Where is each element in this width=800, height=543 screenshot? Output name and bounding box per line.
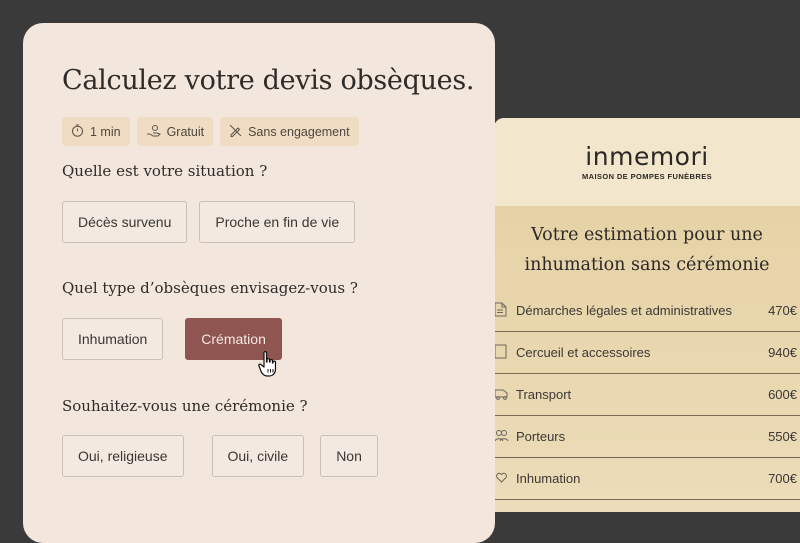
estimate-line: Inhumation 700€ (494, 458, 800, 500)
badges: 1 min Gratuit Sans engagement (62, 117, 359, 146)
options-funeral-type: Inhumation Crémation (62, 318, 282, 360)
brand-logo: inmemori (585, 142, 709, 171)
estimate-body: Votre estimation pour une inhumation san… (494, 206, 800, 512)
badge-label: 1 min (90, 124, 121, 139)
question-funeral-type: Quel type d’obsèques envisagez-vous ? (62, 279, 358, 297)
estimate-line-amount: 470€ (768, 303, 797, 318)
option-proche-fin-de-vie[interactable]: Proche en fin de vie (199, 201, 356, 243)
option-non[interactable]: Non (320, 435, 378, 477)
estimate-line-label: Cercueil et accessoires (516, 345, 651, 360)
estimate-line-amount: 700€ (768, 471, 797, 486)
form-title: Calculez votre devis obsèques. (62, 65, 475, 96)
badge-label: Sans engagement (248, 124, 350, 139)
people-icon (494, 429, 515, 445)
option-oui-religieuse[interactable]: Oui, religieuse (62, 435, 184, 477)
option-inhumation[interactable]: Inhumation (62, 318, 164, 360)
hand-pointer-cursor-icon (258, 351, 277, 377)
option-deces-survenu[interactable]: Décès survenu (62, 201, 188, 243)
question-situation: Quelle est votre situation ? (62, 162, 268, 180)
brand-tagline: MAISON DE POMPES FUNÈBRES (581, 172, 712, 181)
estimate-panel: inmemori MAISON DE POMPES FUNÈBRES Votre… (494, 118, 800, 512)
quote-form-card: Calculez votre devis obsèques. 1 min Gra… (23, 23, 495, 543)
estimate-title: Votre estimation pour une inhumation san… (524, 225, 770, 275)
document-icon (494, 302, 515, 320)
stopwatch-icon (71, 124, 84, 140)
estimate-line: Démarches légales et administratives 470… (494, 290, 800, 332)
estimate-line-amount: 940€ (768, 345, 797, 360)
estimate-line-amount: 550€ (768, 429, 797, 444)
option-oui-civile[interactable]: Oui, civile (211, 435, 305, 477)
options-situation: Décès survenu Proche en fin de vie (62, 201, 356, 243)
estimate-line: Porteurs 550€ (494, 416, 800, 458)
estimate-line-label: Démarches légales et administratives (516, 303, 733, 318)
badge-duration: 1 min (62, 117, 130, 146)
estimate-line: Transport 600€ (494, 374, 800, 416)
estimate-line: Cercueil et accessoires 940€ (494, 332, 800, 374)
estimate-line-label: Porteurs (516, 429, 566, 444)
options-ceremony: Oui, religieuse Oui, civile Non (62, 435, 378, 477)
estimate-lines: Démarches légales et administratives 470… (494, 290, 800, 500)
hearse-icon (494, 387, 515, 403)
heart-hands-icon (494, 471, 515, 487)
badge-free: Gratuit (136, 117, 214, 146)
badge-no-commitment: Sans engagement (220, 117, 359, 146)
estimate-line-label: Transport (516, 387, 572, 402)
question-ceremony: Souhaitez-vous une cérémonie ? (62, 397, 308, 415)
hand-coin-icon (146, 124, 161, 140)
badge-label: Gratuit (166, 124, 205, 139)
estimate-header: inmemori MAISON DE POMPES FUNÈBRES (494, 118, 800, 206)
estimate-line-label: Inhumation (516, 471, 581, 486)
no-pen-icon (229, 124, 242, 140)
estimate-line-amount: 600€ (768, 387, 797, 402)
coffin-icon (494, 344, 515, 362)
